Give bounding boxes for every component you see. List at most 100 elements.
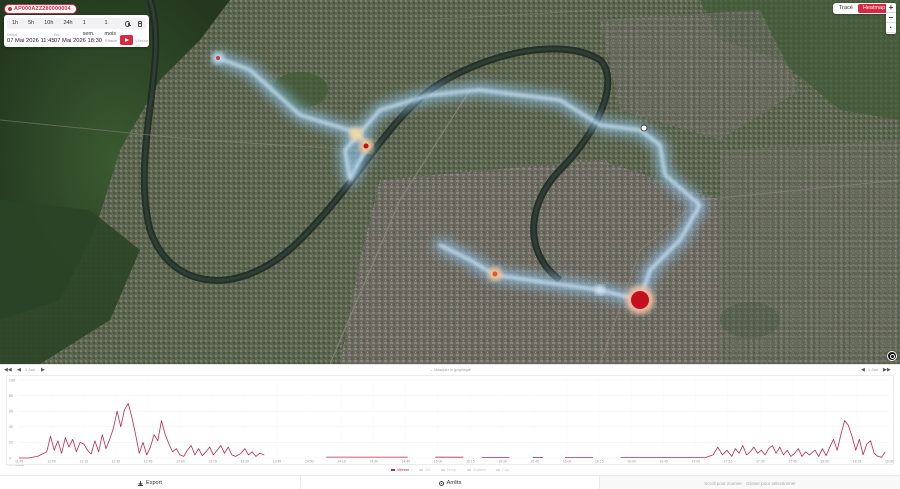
calendar-icon[interactable] — [137, 20, 142, 27]
export-label: Export — [146, 480, 162, 486]
stops-button[interactable]: Arrêts — [300, 476, 600, 489]
download-icon — [138, 480, 144, 486]
bottom-action-bar: Export Arrêts Scroll pour zoomer · Gliss… — [0, 475, 900, 489]
x-tick-label: 15:15 — [466, 460, 475, 464]
start-date-value: 07 Mai 2026 11:45 — [7, 38, 55, 44]
legend-label: Cap — [502, 468, 510, 472]
x-tick-label: 16:45 — [659, 460, 668, 464]
device-chip[interactable]: AP000AZZ280000004 — [4, 4, 77, 14]
y-tick-label: 20 — [9, 441, 13, 445]
first-page-icon[interactable]: ◀◀ — [4, 367, 12, 373]
legend-swatch — [419, 469, 424, 471]
x-tick-label: 16:00 — [563, 460, 572, 464]
y-tick-label: 0 — [9, 456, 11, 460]
x-tick-label: 17:00 — [692, 460, 701, 464]
legend-item[interactable]: Alt. — [419, 468, 431, 472]
clock-icon[interactable] — [125, 20, 132, 27]
x-tick-label: 16:15 — [595, 460, 604, 464]
range-1-month[interactable]: 1 mois — [100, 18, 122, 37]
prev-day-icon[interactable]: ◀ — [17, 367, 21, 373]
last-page-icon[interactable]: ▶▶ — [883, 367, 891, 373]
legend-swatch — [467, 469, 472, 471]
chart-hint: Scroll pour zoomer · Glisser pour sélect… — [600, 476, 900, 489]
x-tick-label: 14:30 — [369, 460, 378, 464]
legend-label: Batterie — [473, 468, 487, 472]
prev-arrow-icon[interactable]: ◀ — [861, 367, 865, 373]
legend-item[interactable]: Temp. — [440, 468, 458, 472]
x-tick-label: 18:00 — [821, 460, 830, 464]
locate-icon[interactable] — [887, 351, 897, 361]
x-tick-label: 12:15 — [79, 460, 88, 464]
range-24h[interactable]: 24h — [58, 18, 77, 29]
x-tick-label: 13:45 — [273, 460, 282, 464]
x-tick-label: 12:30 — [112, 460, 121, 464]
x-tick-label: 17:45 — [788, 460, 797, 464]
range-1h[interactable]: 1h — [7, 18, 23, 29]
chart-legend: Vitesse Alt. Temp. Batterie Cap — [0, 468, 900, 472]
trace-view-button[interactable]: Tracé — [834, 4, 858, 13]
x-tick-label: 14:15 — [337, 460, 346, 464]
view-toggle: Tracé Heatmap — [833, 3, 892, 14]
chart-toggle-label: Masquer le graphique — [434, 368, 471, 372]
device-id: AP000AZZ280000004 — [14, 6, 71, 12]
x-tick-label: 13:15 — [208, 460, 217, 464]
legend-item[interactable]: Batterie — [467, 468, 486, 472]
legend-swatch — [440, 469, 445, 471]
timeline-toolbar: ◀◀ ◀ 1 Jour ▶ ⌄ Masquer le graphique ◀ 1… — [0, 365, 900, 374]
timeline-panel: ◀◀ ◀ 1 Jour ▶ ⌄ Masquer le graphique ◀ 1… — [0, 364, 900, 489]
legend-swatch — [390, 469, 395, 471]
x-tick-label: 15:45 — [531, 460, 540, 464]
y-tick-label: 60 — [9, 410, 13, 414]
x-tick-label: 13:00 — [176, 460, 185, 464]
range-10h[interactable]: 10h — [39, 18, 58, 29]
x-tick-label: 13:30 — [241, 460, 250, 464]
range-selector: 1h 5h 10h 24h 1 sem. 1 mois — [7, 18, 146, 37]
range-1-week[interactable]: 1 sem. — [78, 18, 100, 37]
legend-item[interactable]: Vitesse — [390, 468, 410, 472]
x-tick-label: 15:00 — [434, 460, 443, 464]
app-root: AP000AZZ280000004 1h 5h 10h 24h 1 sem. 1… — [0, 0, 900, 489]
x-tick-label: 14:00 — [305, 460, 314, 464]
zoom-out-button[interactable]: − — [886, 13, 896, 23]
legend-item[interactable]: Cap — [496, 468, 509, 472]
play-button[interactable] — [120, 35, 133, 45]
play-icon — [125, 38, 129, 42]
legend-label: Temp. — [446, 468, 458, 472]
x-tick-label: 18:30 — [885, 460, 894, 464]
range-5h[interactable]: 5h — [23, 18, 39, 29]
urban-east — [720, 140, 900, 364]
y-tick-label: 80 — [9, 394, 13, 398]
x-tick-label: 17:15 — [724, 460, 733, 464]
y-tick-label: 40 — [9, 425, 13, 429]
prev-day-label[interactable]: 1 Jour — [25, 368, 36, 372]
speed-series-line — [19, 402, 265, 459]
legend-label: Vitesse — [396, 468, 410, 472]
next-day-label[interactable]: 1 Jour — [868, 368, 879, 372]
chart-toggle[interactable]: ⌄ Masquer le graphique — [430, 367, 471, 372]
x-tick-label: 12:45 — [144, 460, 153, 464]
clear-button[interactable]: Effacer — [105, 38, 118, 43]
speed-chart[interactable]: 100 80 60 40 20 0 11:45 12:00 12:15 12:30 12:45 13:… — [6, 375, 894, 466]
playback-speed[interactable]: Vitesse ×5 — [135, 38, 149, 48]
hotspot-main — [631, 291, 649, 309]
speed-series-tail — [703, 420, 886, 459]
next-arrow-icon[interactable]: ▶ — [41, 367, 45, 373]
end-date[interactable]: Fin 07 Mai 2026 18:30 — [54, 33, 102, 45]
end-date-value: 07 Mai 2026 18:30 — [54, 38, 103, 44]
stop-icon — [438, 480, 444, 486]
map-marker[interactable] — [640, 124, 648, 132]
x-tick-label: 14:45 — [402, 460, 411, 464]
y-tick-label: 100 — [9, 378, 15, 382]
time-range-panel: 1h 5h 10h 24h 1 sem. 1 mois Début 07 Mai… — [4, 15, 149, 48]
zoom-reset-button[interactable]: · — [886, 23, 896, 33]
chart-hint-text: Scroll pour zoomer · Glisser pour sélect… — [704, 480, 796, 486]
start-date[interactable]: Début 07 Mai 2026 11:45 — [7, 33, 55, 45]
export-button[interactable]: Export — [0, 476, 300, 489]
legend-label: Alt. — [425, 468, 431, 472]
legend-swatch — [496, 469, 501, 471]
x-tick-label: 15:30 — [498, 460, 507, 464]
satellite-map[interactable]: AP000AZZ280000004 1h 5h 10h 24h 1 sem. 1… — [0, 0, 900, 364]
x-tick-label: 17:30 — [756, 460, 765, 464]
zoom-control: + − · — [886, 3, 896, 34]
zoom-in-button[interactable]: + — [886, 3, 896, 13]
